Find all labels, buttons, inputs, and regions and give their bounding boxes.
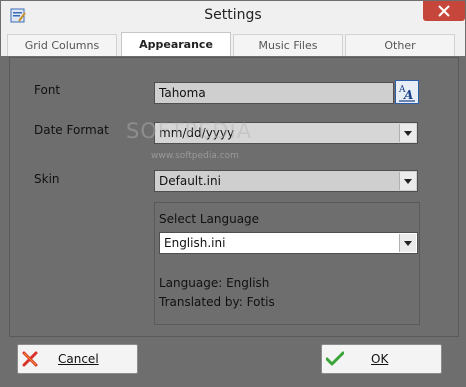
skin-select[interactable]: Default.ini <box>154 170 418 192</box>
language-select[interactable]: English.ini <box>159 232 418 254</box>
watermark: SOFTPEDIA <box>126 119 253 143</box>
tab-music-files[interactable]: Music Files <box>233 34 343 56</box>
cancel-x-icon <box>22 351 38 370</box>
date-format-label: Date Format <box>34 123 109 137</box>
ok-label: OK <box>371 352 389 366</box>
chevron-down-icon[interactable] <box>399 172 416 190</box>
font-picker-button[interactable]: A A <box>395 80 419 104</box>
font-field[interactable]: Tahoma <box>154 82 394 104</box>
chevron-down-icon[interactable] <box>399 234 416 252</box>
title-bar: Settings <box>1 1 465 32</box>
font-picker-icon: A A <box>398 85 415 102</box>
tab-other[interactable]: Other <box>345 34 455 56</box>
tab-appearance[interactable]: Appearance <box>121 32 231 56</box>
cancel-button[interactable]: Cancel <box>17 344 138 374</box>
cancel-label: Cancel <box>58 352 99 366</box>
language-value: English.ini <box>164 236 226 250</box>
chevron-down-icon[interactable] <box>399 124 416 142</box>
skin-label: Skin <box>34 172 60 186</box>
ok-check-icon <box>325 351 345 370</box>
close-icon <box>438 5 450 17</box>
tab-grid-columns[interactable]: Grid Columns <box>7 34 117 56</box>
language-info: Language: English <box>159 276 270 290</box>
window-title: Settings <box>204 7 262 23</box>
settings-window: Settings Grid Columns Appearance Music F… <box>0 0 466 387</box>
select-language-label: Select Language <box>159 212 260 226</box>
close-button[interactable] <box>423 1 465 21</box>
skin-value: Default.ini <box>159 174 221 188</box>
svg-text:A: A <box>403 88 413 102</box>
font-label: Font <box>34 83 61 97</box>
ok-button[interactable]: OK <box>321 344 442 374</box>
translated-by: Translated by: Fotis <box>159 295 275 309</box>
tab-strip: Grid Columns Appearance Music Files Othe… <box>1 32 465 56</box>
watermark-url: www.softpedia.com <box>151 151 239 161</box>
